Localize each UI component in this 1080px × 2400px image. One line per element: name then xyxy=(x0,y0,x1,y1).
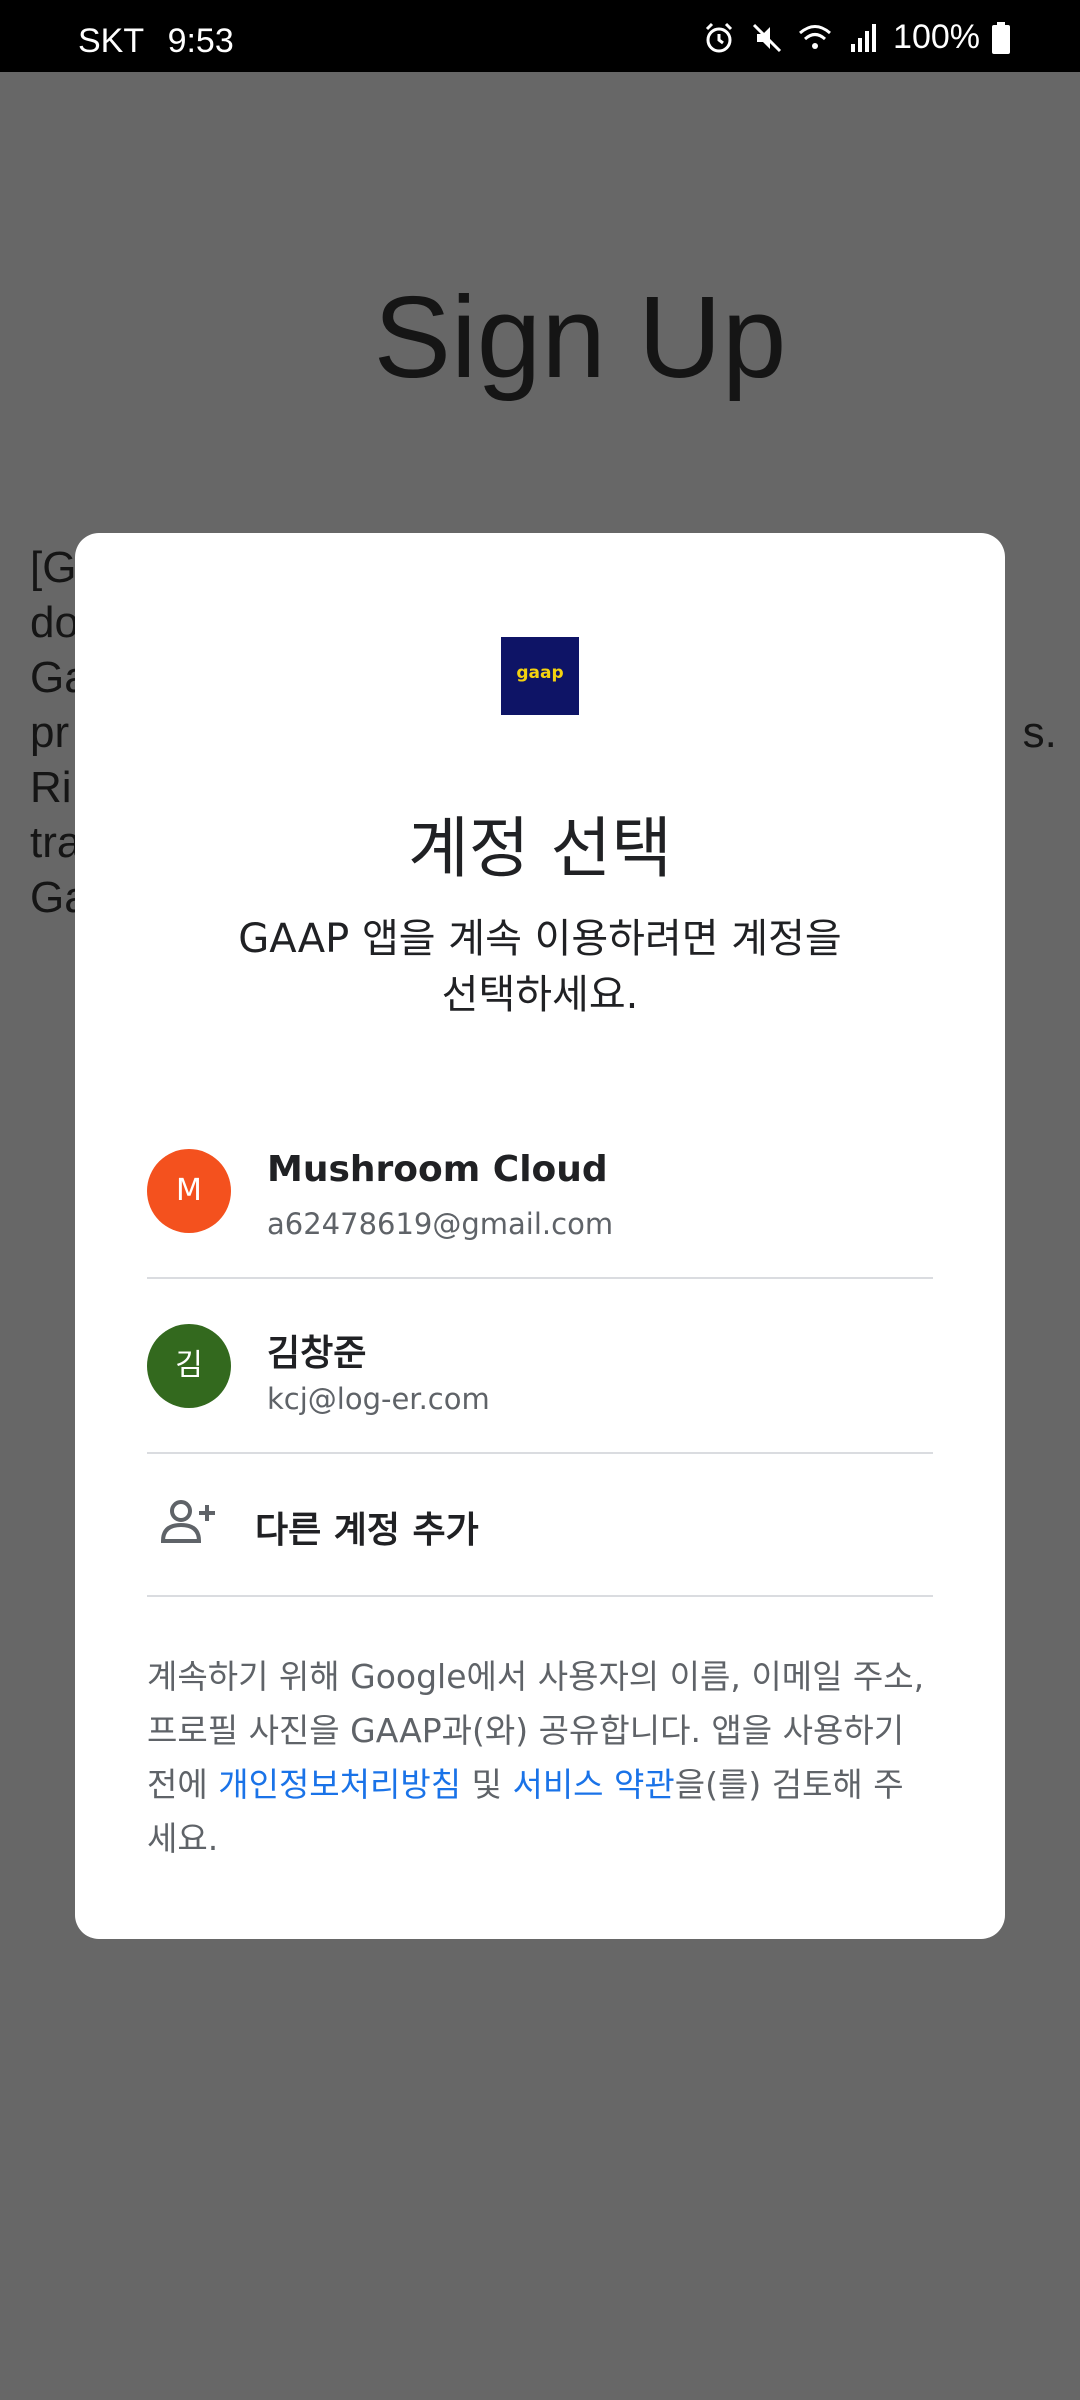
carrier-label: SKT xyxy=(78,22,145,60)
status-bar: SKT 9:53 100% xyxy=(0,0,1080,72)
mute-icon xyxy=(752,23,782,52)
privacy-policy-link[interactable]: 개인정보처리방침 xyxy=(218,1765,461,1804)
battery-icon xyxy=(992,21,1010,54)
avatar: 김 xyxy=(147,1324,231,1408)
alarm-icon xyxy=(705,22,733,52)
account-item-mushroom-cloud[interactable]: M Mushroom Cloud a62478619@gmail.com xyxy=(147,1103,933,1279)
app-logo-text: gaap xyxy=(516,663,564,683)
dialog-subtitle: GAAP 앱을 계속 이용하려면 계정을 선택하세요. xyxy=(238,916,842,1018)
account-item-kimchangjun[interactable]: 김 김창준 kcj@log-er.com xyxy=(147,1278,933,1454)
terms-of-service-link[interactable]: 서비스 약관 xyxy=(512,1765,674,1804)
status-right: 100% xyxy=(701,18,1010,57)
consent-disclaimer: 계속하기 위해 Google에서 사용자의 이름, 이메일 주소, 프로필 사진… xyxy=(147,1650,933,1866)
avatar: M xyxy=(147,1149,231,1233)
account-name: Mushroom Cloud xyxy=(267,1149,608,1190)
add-account-button[interactable]: 다른 계정 추가 xyxy=(147,1453,933,1597)
signal-icon xyxy=(851,23,877,52)
add-person-icon xyxy=(160,1500,215,1543)
account-email: kcj@log-er.com xyxy=(267,1382,490,1416)
status-left: SKT 9:53 xyxy=(78,22,234,61)
wifi-icon xyxy=(799,24,832,49)
dialog-title: 계정 선택 xyxy=(408,810,672,887)
account-email: a62478619@gmail.com xyxy=(267,1207,614,1241)
disclaimer-text-2: 및 xyxy=(461,1765,513,1804)
app-logo: gaap xyxy=(501,637,579,715)
clock: 9:53 xyxy=(167,22,234,60)
battery-level: 100% xyxy=(893,18,980,56)
account-name: 김창준 xyxy=(267,1333,367,1374)
page-title: Sign Up xyxy=(373,272,787,402)
add-account-label: 다른 계정 추가 xyxy=(255,1510,479,1551)
